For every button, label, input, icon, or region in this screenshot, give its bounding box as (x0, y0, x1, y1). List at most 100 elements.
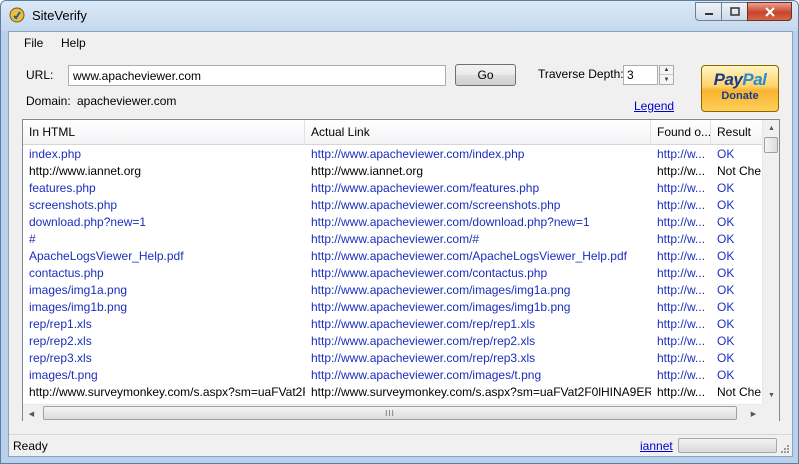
paypal-donate-button[interactable]: PayPal Donate (701, 65, 779, 112)
domain-value: apacheviewer.com (77, 94, 177, 108)
status-progress-bar (678, 438, 777, 453)
paypal-logo: PayPal (713, 70, 767, 89)
cell-actual-link: http://www.apacheviewer.com/ApacheLogsVi… (311, 249, 627, 263)
cell-in-html: rep/rep3.xls (29, 351, 92, 365)
table-row[interactable]: images/img1a.png http://www.apacheviewer.… (23, 282, 762, 299)
cell-result: OK (717, 300, 735, 314)
table-row[interactable]: ApacheLogsViewer_Help.pdf http://www.apac… (23, 248, 762, 265)
cell-actual-link: http://www.apacheviewer.com/images/img1b… (311, 300, 571, 314)
cell-result: OK (717, 283, 735, 297)
domain-label: Domain: (26, 94, 71, 108)
cell-actual-link: http://www.apacheviewer.com/rep/rep2.xls (311, 334, 536, 348)
cell-actual-link: http://www.surveymonkey.com/s.aspx?sm=ua… (311, 385, 651, 399)
go-button[interactable]: Go (455, 64, 516, 86)
cell-in-html: screenshots.php (29, 198, 118, 212)
cell-found-on: http://w... (657, 368, 706, 382)
scroll-up-button[interactable]: ▲ (763, 120, 780, 137)
status-text: Ready (13, 439, 48, 453)
cell-in-html: images/img1b.png (29, 300, 128, 314)
cell-result: OK (717, 334, 735, 348)
vertical-scrollbar[interactable]: ▲ ▼ (762, 120, 779, 404)
scroll-grip-icon: III (385, 408, 395, 418)
cell-actual-link: http://www.iannet.org (311, 164, 424, 178)
menu-help[interactable]: Help (61, 36, 86, 50)
table-row[interactable]: images/img1b.png http://www.apacheviewer.… (23, 299, 762, 316)
traverse-depth-input[interactable] (623, 65, 658, 85)
column-header-found-on[interactable]: Found o... (651, 120, 711, 145)
spin-down-button[interactable]: ▼ (660, 75, 673, 84)
cell-in-html: http://www.surveymonkey.com/s.aspx?sm=ua… (29, 385, 305, 399)
cell-result: OK (717, 215, 735, 229)
column-header-result[interactable]: Result (711, 120, 763, 145)
cell-actual-link: http://www.apacheviewer.com/rep/rep1.xls (311, 317, 536, 331)
cell-found-on: http://w... (657, 385, 706, 399)
traverse-depth-label: Traverse Depth: (538, 67, 624, 81)
scroll-left-button[interactable]: ◀ (23, 405, 40, 422)
table-row[interactable]: rep/rep1.xls http://www.apacheviewer.com/… (23, 316, 762, 333)
cell-found-on: http://w... (657, 334, 706, 348)
url-input[interactable] (68, 65, 446, 86)
cell-in-html: rep/rep1.xls (29, 317, 92, 331)
cell-found-on: http://w... (657, 164, 706, 178)
chevron-left-icon: ◀ (28, 410, 35, 418)
table-row[interactable]: rep/rep3.xls http://www.apacheviewer.com/… (23, 350, 762, 367)
status-bar: Ready iannet (9, 434, 792, 456)
window-controls (695, 2, 792, 21)
cell-in-html: features.php (29, 181, 96, 195)
cell-found-on: http://w... (657, 283, 706, 297)
cell-result: OK (717, 181, 735, 195)
cell-found-on: http://w... (657, 249, 706, 263)
cell-actual-link: http://www.apacheviewer.com/contactus.ph… (311, 266, 548, 280)
column-header-actual-link[interactable]: Actual Link (305, 120, 651, 145)
cell-found-on: http://w... (657, 147, 706, 161)
legend-link[interactable]: Legend (634, 99, 674, 113)
spin-up-button[interactable]: ▲ (660, 66, 673, 75)
cell-result: OK (717, 232, 735, 246)
cell-actual-link: http://www.apacheviewer.com/images/t.png (311, 368, 542, 382)
column-header-in-html[interactable]: In HTML (23, 120, 305, 145)
cell-found-on: http://w... (657, 232, 706, 246)
cell-found-on: http://w... (657, 300, 706, 314)
close-button[interactable] (747, 2, 792, 21)
table-row[interactable]: download.php?new=1 http://www.apacheviewe… (23, 214, 762, 231)
scrollbar-corner (762, 404, 779, 421)
menu-file[interactable]: File (24, 36, 43, 50)
table-row[interactable]: rep/rep2.xls http://www.apacheviewer.com/… (23, 333, 762, 350)
table-row[interactable]: # http://www.apacheviewer.com/# http://w..… (23, 231, 762, 248)
cell-found-on: http://w... (657, 266, 706, 280)
cell-result: Not Che... (717, 385, 762, 399)
vertical-scroll-thumb[interactable] (764, 137, 778, 153)
table-row[interactable]: http://www.surveymonkey.com/s.aspx?sm=ua… (23, 384, 762, 401)
status-link-iannet[interactable]: iannet (640, 439, 673, 453)
maximize-icon (729, 7, 740, 16)
window-title: SiteVerify (32, 8, 87, 23)
cell-actual-link: http://www.apacheviewer.com/images/img1a… (311, 283, 571, 297)
table-row[interactable]: screenshots.php http://www.apacheviewer.c… (23, 197, 762, 214)
resize-grip-icon[interactable] (780, 444, 790, 454)
chevron-down-icon: ▼ (768, 392, 775, 399)
cell-result: OK (717, 317, 735, 331)
horizontal-scrollbar[interactable]: ◀ III ▶ (23, 404, 762, 421)
list-rows: index.php http://www.apacheviewer.com/ind… (23, 146, 762, 406)
cell-in-html: images/t.png (29, 368, 98, 382)
maximize-button[interactable] (721, 2, 748, 21)
cell-result: OK (717, 351, 735, 365)
table-row[interactable]: contactus.php http://www.apacheviewer.com… (23, 265, 762, 282)
table-row[interactable]: features.php http://www.apacheviewer.com/… (23, 180, 762, 197)
scroll-down-button[interactable]: ▼ (763, 387, 780, 404)
links-list-view[interactable]: In HTML Actual Link Found o... Result in… (22, 119, 780, 421)
cell-result: Not Che... (717, 164, 762, 178)
table-row[interactable]: images/t.png http://www.apacheviewer.com/… (23, 367, 762, 384)
chevron-up-icon: ▲ (768, 125, 775, 132)
title-bar[interactable]: SiteVerify (1, 1, 798, 31)
table-row[interactable]: index.php http://www.apacheviewer.com/ind… (23, 146, 762, 163)
horizontal-scroll-thumb[interactable]: III (43, 406, 737, 420)
menu-bar: File Help (9, 32, 792, 54)
cell-in-html: contactus.php (29, 266, 104, 280)
minimize-icon (704, 12, 713, 15)
cell-result: OK (717, 198, 735, 212)
minimize-button[interactable] (695, 2, 722, 21)
table-row[interactable]: http://www.iannet.org http://www.iannet.o… (23, 163, 762, 180)
scroll-right-button[interactable]: ▶ (745, 405, 762, 422)
cell-actual-link: http://www.apacheviewer.com/download.php… (311, 215, 590, 229)
